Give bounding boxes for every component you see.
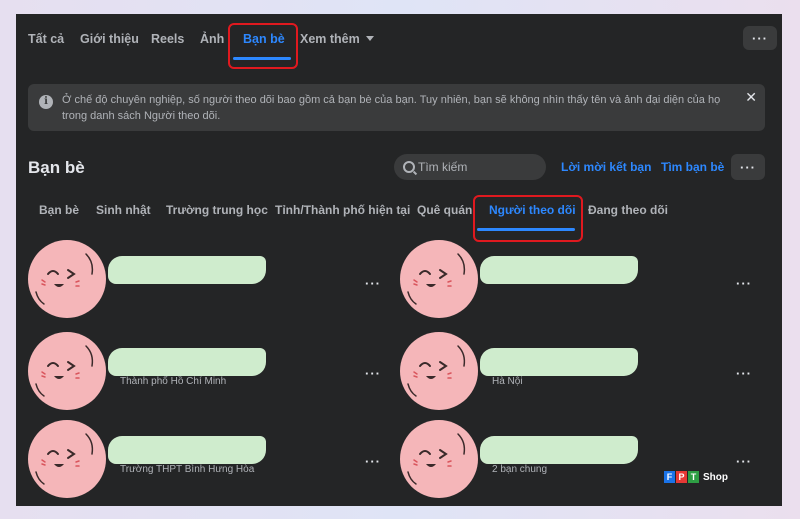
info-icon: i: [39, 95, 53, 109]
follower-subtitle: Trường THPT Bình Hưng Hòa: [120, 464, 255, 475]
follower-item[interactable]: [28, 240, 388, 320]
tab-more-label: Xem thêm: [300, 32, 360, 46]
subtab-friends[interactable]: Bạn bè: [39, 203, 79, 217]
subtab-current-city[interactable]: Tỉnh/Thành phố hiện tại: [275, 203, 410, 217]
watermark-shop: Shop: [703, 471, 728, 483]
follower-item[interactable]: Hà Nội: [400, 332, 760, 412]
follower-subtitle: Thành phố Hồ Chí Minh: [120, 376, 227, 387]
tab-more[interactable]: Xem thêm: [300, 32, 374, 46]
follower-more-button[interactable]: ···: [736, 454, 752, 469]
tab-photos[interactable]: Ảnh: [200, 32, 224, 46]
friend-requests-link[interactable]: Lời mời kết bạn: [561, 160, 651, 174]
friend-search[interactable]: [394, 154, 546, 180]
search-icon: [403, 161, 415, 173]
subtab-hometown[interactable]: Quê quán: [417, 203, 472, 217]
profile-tab-bar: Tất cả Giới thiệu Reels Ảnh Bạn bè Xem t…: [16, 14, 782, 66]
watermark-letter: F: [664, 471, 675, 483]
profile-more-button[interactable]: ···: [743, 26, 777, 50]
find-friends-link[interactable]: Tìm bạn bè: [661, 160, 724, 174]
follower-more-button[interactable]: ···: [736, 276, 752, 291]
tab-all[interactable]: Tất cả: [28, 32, 64, 46]
avatar[interactable]: [28, 240, 106, 318]
follower-more-button[interactable]: ···: [365, 366, 381, 381]
profile-friends-panel: Tất cả Giới thiệu Reels Ảnh Bạn bè Xem t…: [16, 14, 782, 506]
follower-subtitle: 2 bạn chung: [492, 464, 548, 475]
follower-subtitle: Hà Nội: [492, 376, 523, 387]
avatar[interactable]: [400, 420, 478, 498]
fpt-shop-watermark: F P T Shop: [664, 471, 728, 483]
redacted-name: [108, 348, 266, 376]
avatar[interactable]: [400, 240, 478, 318]
tab-friends[interactable]: Bạn bè: [243, 32, 285, 46]
follower-item[interactable]: Thành phố Hồ Chí Minh: [28, 332, 388, 412]
cartoon-face-icon: [407, 433, 466, 485]
follower-item[interactable]: Trường THPT Bình Hưng Hòa: [28, 420, 388, 500]
cartoon-face-icon: [407, 345, 466, 397]
redacted-name: [480, 256, 638, 284]
follower-item[interactable]: [400, 240, 760, 320]
tab-about[interactable]: Giới thiệu: [80, 32, 139, 46]
subtab-high-school[interactable]: Trường trung học: [166, 203, 268, 217]
watermark-letter: T: [688, 471, 699, 483]
subtab-following[interactable]: Đang theo dõi: [588, 203, 668, 217]
redacted-name: [480, 348, 638, 376]
subtab-birthdays[interactable]: Sinh nhật: [96, 203, 151, 217]
subtab-followers[interactable]: Người theo dõi: [489, 203, 576, 217]
tab-reels[interactable]: Reels: [151, 32, 184, 46]
friends-more-button[interactable]: ···: [731, 154, 765, 180]
section-title: Bạn bè: [28, 158, 85, 177]
avatar[interactable]: [28, 420, 106, 498]
cartoon-face-icon: [35, 345, 94, 397]
redacted-name: [480, 436, 638, 464]
search-input[interactable]: [418, 158, 538, 176]
active-tab-indicator: [233, 57, 291, 60]
notice-text: Ở chế độ chuyên nghiệp, số người theo dõ…: [62, 94, 721, 122]
follower-item[interactable]: 2 bạn chung: [400, 420, 760, 500]
follower-more-button[interactable]: ···: [365, 276, 381, 291]
cartoon-face-icon: [35, 253, 94, 305]
caret-down-icon: [365, 36, 374, 41]
avatar[interactable]: [28, 332, 106, 410]
redacted-name: [108, 436, 266, 464]
redacted-name: [108, 256, 266, 284]
close-icon[interactable]: ✕: [745, 89, 757, 106]
cartoon-face-icon: [35, 433, 94, 485]
follower-more-button[interactable]: ···: [736, 366, 752, 381]
cartoon-face-icon: [407, 253, 466, 305]
follower-more-button[interactable]: ···: [365, 454, 381, 469]
watermark-letter: P: [676, 471, 687, 483]
avatar[interactable]: [400, 332, 478, 410]
professional-mode-notice: i Ở chế độ chuyên nghiệp, số người theo …: [28, 84, 765, 131]
active-subtab-indicator: [477, 228, 575, 231]
